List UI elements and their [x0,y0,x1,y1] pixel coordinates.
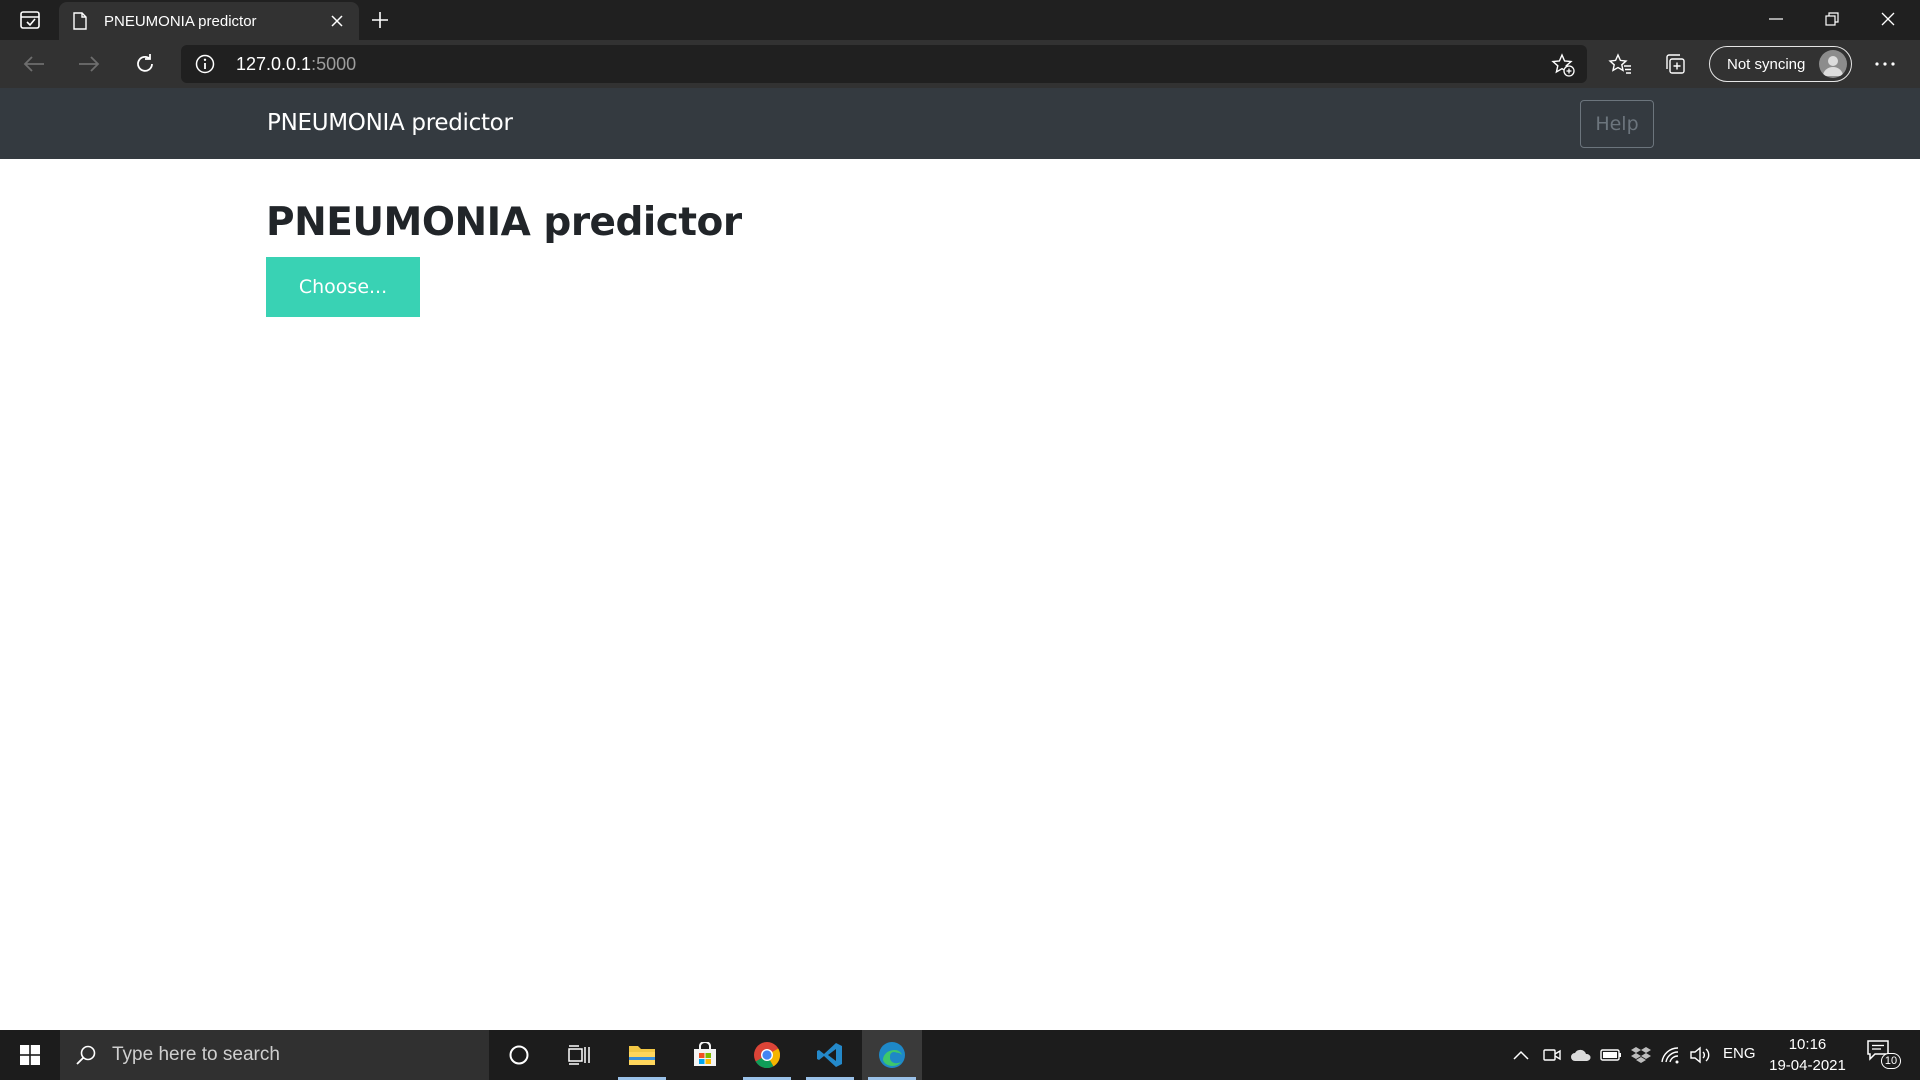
site-navbar: PNEUMONIA predictor Help [0,88,1920,159]
minimize-button[interactable] [1748,0,1804,38]
windows-taskbar: Type here to search ENG 10:16 19-04-2021… [0,1030,1920,1080]
forward-arrow-icon [79,56,100,72]
windows-logo-icon [20,1045,40,1065]
close-window-button[interactable] [1860,0,1916,38]
url-port: :5000 [311,54,357,74]
page-title: PNEUMONIA predictor [266,200,742,245]
profile-status-label: Not syncing [1727,55,1806,73]
meet-now-icon[interactable] [1540,1043,1564,1067]
store-icon[interactable] [675,1030,735,1080]
edge-icon[interactable] [862,1030,922,1080]
taskbar-search-box[interactable]: Type here to search [60,1030,489,1080]
restore-button[interactable] [1804,0,1860,38]
forward-button[interactable] [71,48,107,80]
profile-button[interactable]: Not syncing [1709,46,1852,82]
refresh-button[interactable] [127,48,163,80]
plus-icon [372,12,388,28]
vscode-icon[interactable] [800,1030,860,1080]
battery-icon[interactable] [1599,1043,1623,1067]
start-button[interactable] [0,1030,60,1080]
browser-tab[interactable]: PNEUMONIA predictor [59,2,359,40]
settings-more-icon[interactable] [1870,51,1900,77]
collections-icon[interactable] [1662,51,1688,77]
new-tab-button[interactable] [364,4,396,36]
url-host: 127.0.0.1 [236,54,312,74]
search-placeholder: Type here to search [112,1044,280,1065]
browser-toolbar: 127.0.0.1:5000 Not syncing [0,40,1920,88]
search-icon [76,1045,96,1065]
add-favorite-icon[interactable] [1551,53,1575,77]
tab-actions-icon[interactable] [14,8,46,32]
navbar-brand[interactable]: PNEUMONIA predictor [267,110,513,136]
browser-tab-strip: PNEUMONIA predictor [0,0,1920,40]
input-language[interactable]: ENG [1723,1045,1756,1062]
minimize-icon [1769,18,1783,20]
address-bar[interactable]: 127.0.0.1:5000 [181,45,1587,83]
dropbox-icon[interactable] [1629,1043,1653,1067]
clock[interactable]: 10:16 19-04-2021 [1765,1034,1850,1076]
refresh-icon [137,54,153,72]
url-text: 127.0.0.1:5000 [236,54,356,75]
avatar [1819,50,1847,78]
choose-file-button[interactable]: Choose... [266,257,420,317]
tab-close-icon[interactable] [321,5,353,37]
wifi-icon[interactable] [1659,1043,1683,1067]
task-view-icon[interactable] [549,1030,609,1080]
help-button[interactable]: Help [1580,100,1654,148]
page-favicon-icon [73,11,89,31]
clock-time: 10:16 [1788,1036,1827,1053]
site-info-icon[interactable] [195,54,215,74]
volume-icon[interactable] [1689,1043,1713,1067]
chrome-icon[interactable] [737,1030,797,1080]
restore-icon [1825,12,1839,26]
close-icon [1881,12,1895,26]
file-explorer-icon[interactable] [612,1030,672,1080]
favorites-icon[interactable] [1607,51,1633,77]
cortana-icon[interactable] [489,1030,549,1080]
onedrive-icon[interactable] [1569,1043,1593,1067]
action-center-button[interactable]: 10 [1866,1039,1901,1071]
chevron-up-icon[interactable] [1509,1043,1533,1067]
back-arrow-icon [23,56,44,72]
tab-title: PNEUMONIA predictor [104,12,257,30]
notification-count-badge: 10 [1881,1053,1901,1069]
back-button[interactable] [16,48,52,80]
clock-date: 19-04-2021 [1769,1057,1846,1074]
